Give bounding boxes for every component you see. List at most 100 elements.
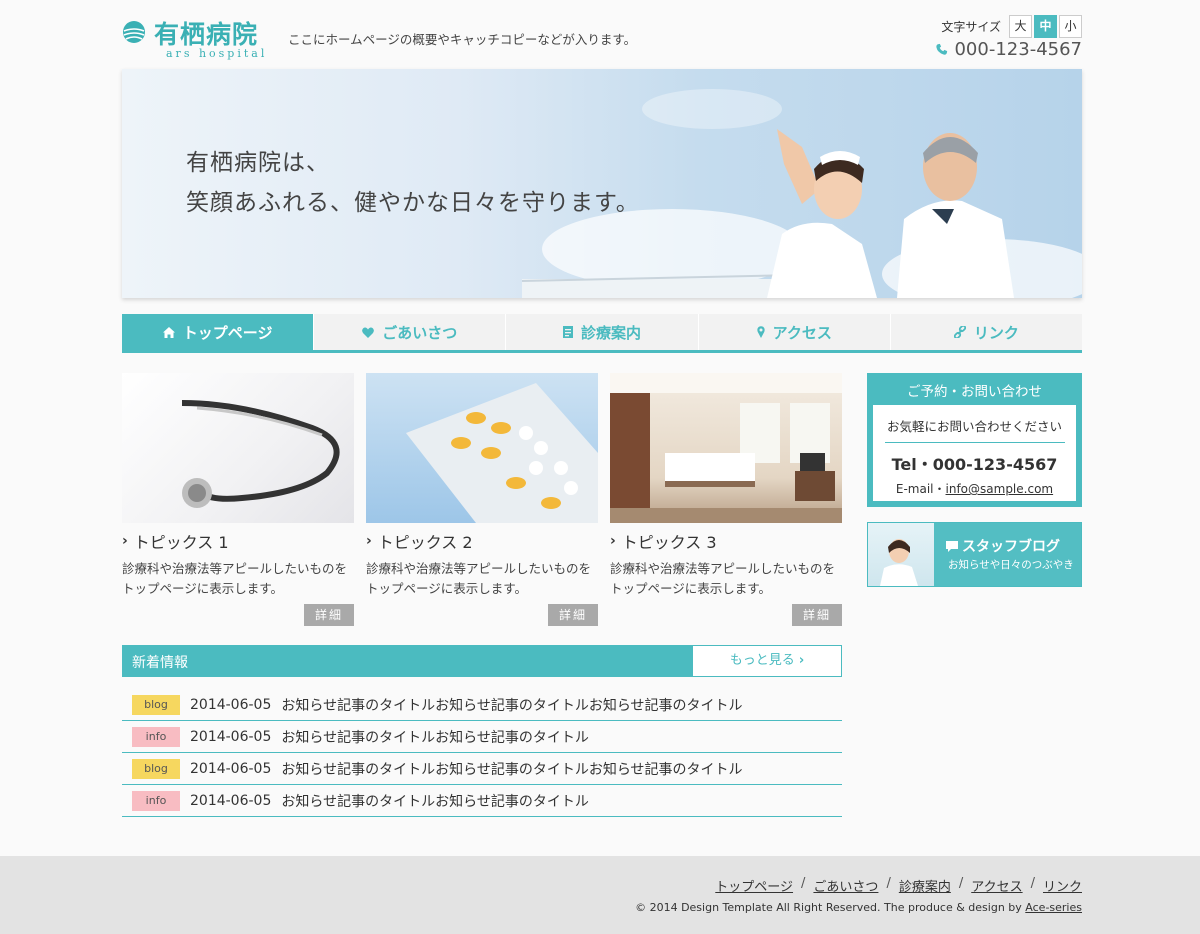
chevron-right-icon: ›: [366, 533, 372, 549]
footer-separator: /: [958, 876, 964, 891]
chevron-right-icon: ›: [122, 533, 128, 549]
topic-detail-button[interactable]: 詳細: [548, 604, 598, 626]
topic-image-stethoscope[interactable]: [122, 373, 354, 523]
nav-item-label: ごあいさつ: [382, 323, 458, 342]
news-title: 新着情報: [132, 655, 188, 671]
link-icon: [953, 326, 966, 338]
nav-item-label: アクセス: [772, 323, 832, 342]
copyright: © 2014 Design Template All Right Reserve…: [635, 901, 1082, 914]
news-item[interactable]: info 2014-06-05 お知らせ記事のタイトルお知らせ記事のタイトル: [122, 785, 842, 817]
blog-title-text: スタッフブログ: [962, 539, 1060, 555]
contact-divider: [884, 442, 1065, 443]
news-item-title: お知らせ記事のタイトルお知らせ記事のタイトル: [281, 729, 589, 746]
hero-banner: 有栖病院は、 笑顔あふれる、健やかな日々を守ります。: [122, 69, 1082, 298]
news-more-label: もっと見る: [729, 653, 795, 668]
footer-separator: /: [1030, 876, 1035, 891]
blog-subtitle: お知らせや日々のつぶやき: [948, 559, 1074, 571]
contact-email-label: E-mail・: [895, 482, 946, 496]
nav-item-links[interactable]: リンク: [889, 314, 1083, 350]
footer-separator: /: [886, 876, 891, 891]
news-category-badge: info: [132, 726, 180, 747]
header-phone: 000-123-4567: [935, 39, 1082, 60]
news-list: blog 2014-06-05 お知らせ記事のタイトルお知らせ記事のタイトルお知…: [122, 689, 842, 817]
hero-line-1: 有栖病院は、: [186, 150, 330, 176]
news-item-title: お知らせ記事のタイトルお知らせ記事のタイトルお知らせ記事のタイトル: [281, 761, 743, 778]
topic-title-text: トピックス 3: [621, 533, 717, 552]
nav-item-top[interactable]: トップページ: [122, 314, 314, 350]
topic-card-1: › トピックス 1 診療科や治療法等アピールしたいものをトップページに表示します。…: [122, 373, 354, 626]
speech-bubble-icon: [946, 540, 958, 552]
nav-item-label: 診療案内: [581, 323, 642, 342]
site-footer: トップページ / ごあいさつ / 診療案内 / アクセス / リンク © 201…: [0, 856, 1200, 934]
nav-item-greeting[interactable]: ごあいさつ: [313, 314, 506, 350]
nav-item-access[interactable]: アクセス: [697, 314, 890, 350]
contact-phone: Tel・000-123-4567: [891, 455, 1058, 474]
news-category-badge: info: [132, 790, 180, 811]
document-icon: [563, 326, 573, 338]
news-item[interactable]: blog 2014-06-05 お知らせ記事のタイトルお知らせ記事のタイトルお知…: [122, 753, 842, 785]
hero-line-2: 笑顔あふれる、健やかな日々を守ります。: [186, 190, 640, 216]
logo-subtitle: ars hospital: [166, 47, 268, 60]
footer-separator: /: [801, 876, 806, 891]
site-tagline: ここにホームページの概要やキャッチコピーなどが入ります。: [288, 32, 637, 47]
font-size-small-button[interactable]: 小: [1059, 14, 1082, 38]
news-date: 2014-06-05: [190, 792, 272, 809]
nav-item-services[interactable]: 診療案内: [505, 314, 698, 350]
news-section: 新着情報 もっと見る › blog 2014-06-05 お知らせ記事のタイトル…: [122, 645, 842, 817]
news-item[interactable]: blog 2014-06-05 お知らせ記事のタイトルお知らせ記事のタイトルお知…: [122, 689, 842, 721]
hero-headline: 有栖病院は、 笑顔あふれる、健やかな日々を守ります。: [186, 143, 640, 223]
phone-icon: [936, 43, 948, 55]
footer-link-greeting[interactable]: ごあいさつ: [813, 876, 878, 895]
topic-card-2: › トピックス 2 診療科や治療法等アピールしたいものをトップページに表示します。…: [366, 373, 598, 626]
footer-link-top[interactable]: トップページ: [715, 876, 793, 895]
font-size-medium-button[interactable]: 中: [1034, 14, 1057, 38]
credit-link[interactable]: Ace-series: [1025, 901, 1082, 914]
header-phone-number: 000-123-4567: [954, 39, 1082, 60]
logo-title: 有栖病院: [154, 20, 259, 49]
site-header: 有栖病院 ars hospital ここにホームページの概要やキャッチコピーなど…: [122, 0, 1082, 66]
contact-email: E-mail・info@sample.com: [873, 480, 1076, 497]
news-date: 2014-06-05: [190, 696, 272, 713]
topic-title-text: トピックス 2: [377, 533, 473, 552]
contact-email-link[interactable]: info@sample.com: [946, 482, 1054, 496]
heart-icon: [362, 327, 375, 338]
staff-blog-banner[interactable]: スタッフブログ お知らせや日々のつぶやき: [867, 522, 1082, 587]
news-header: 新着情報 もっと見る ›: [122, 645, 842, 677]
contact-message: お気軽にお問い合わせください: [886, 419, 1062, 434]
global-nav: トップページ ごあいさつ 診療案内 アクセス リンク: [122, 314, 1083, 353]
topic-title[interactable]: › トピックス 2: [366, 529, 598, 553]
map-pin-icon: [756, 326, 765, 338]
topic-detail-button[interactable]: 詳細: [792, 604, 842, 626]
news-more-button[interactable]: もっと見る ›: [693, 646, 841, 676]
nav-item-label: リンク: [973, 323, 1019, 342]
chevron-right-icon: ›: [798, 653, 805, 668]
font-size-label: 文字サイズ: [941, 19, 1001, 34]
topic-image-hospital-room[interactable]: [610, 373, 842, 523]
footer-nav: トップページ / ごあいさつ / 診療案内 / アクセス / リンク: [715, 876, 1082, 895]
topic-image-pills[interactable]: [366, 373, 598, 523]
chevron-right-icon: ›: [610, 533, 616, 549]
copyright-text: © 2014 Design Template All Right Reserve…: [635, 901, 1026, 914]
news-category-badge: blog: [132, 758, 180, 779]
news-date: 2014-06-05: [190, 728, 272, 745]
news-item[interactable]: info 2014-06-05 お知らせ記事のタイトルお知らせ記事のタイトル: [122, 721, 842, 753]
footer-link-access[interactable]: アクセス: [971, 876, 1022, 895]
footer-link-links[interactable]: リンク: [1043, 876, 1082, 895]
topic-title[interactable]: › トピックス 1: [122, 529, 354, 553]
contact-heading: ご予約・お問い合わせ: [907, 384, 1042, 400]
news-item-title: お知らせ記事のタイトルお知らせ記事のタイトル: [281, 793, 589, 810]
nav-item-label: トップページ: [182, 323, 273, 342]
topic-description: 診療科や治療法等アピールしたいものをトップページに表示します。: [366, 561, 592, 596]
font-size-large-button[interactable]: 大: [1009, 14, 1032, 38]
news-item-title: お知らせ記事のタイトルお知らせ記事のタイトルお知らせ記事のタイトル: [281, 697, 743, 714]
logo-mark-icon: [123, 21, 145, 43]
contact-box: ご予約・お問い合わせ お気軽にお問い合わせください Tel・000-123-45…: [867, 373, 1082, 507]
topic-description: 診療科や治療法等アピールしたいものをトップページに表示します。: [122, 561, 348, 596]
topic-card-3: › トピックス 3 診療科や治療法等アピールしたいものをトップページに表示します。…: [610, 373, 842, 626]
footer-link-services[interactable]: 診療案内: [899, 876, 951, 895]
topic-title[interactable]: › トピックス 3: [610, 529, 842, 553]
blog-staff-photo: [868, 523, 934, 586]
news-date: 2014-06-05: [190, 760, 272, 777]
topic-detail-button[interactable]: 詳細: [304, 604, 354, 626]
topic-title-text: トピックス 1: [133, 533, 229, 552]
